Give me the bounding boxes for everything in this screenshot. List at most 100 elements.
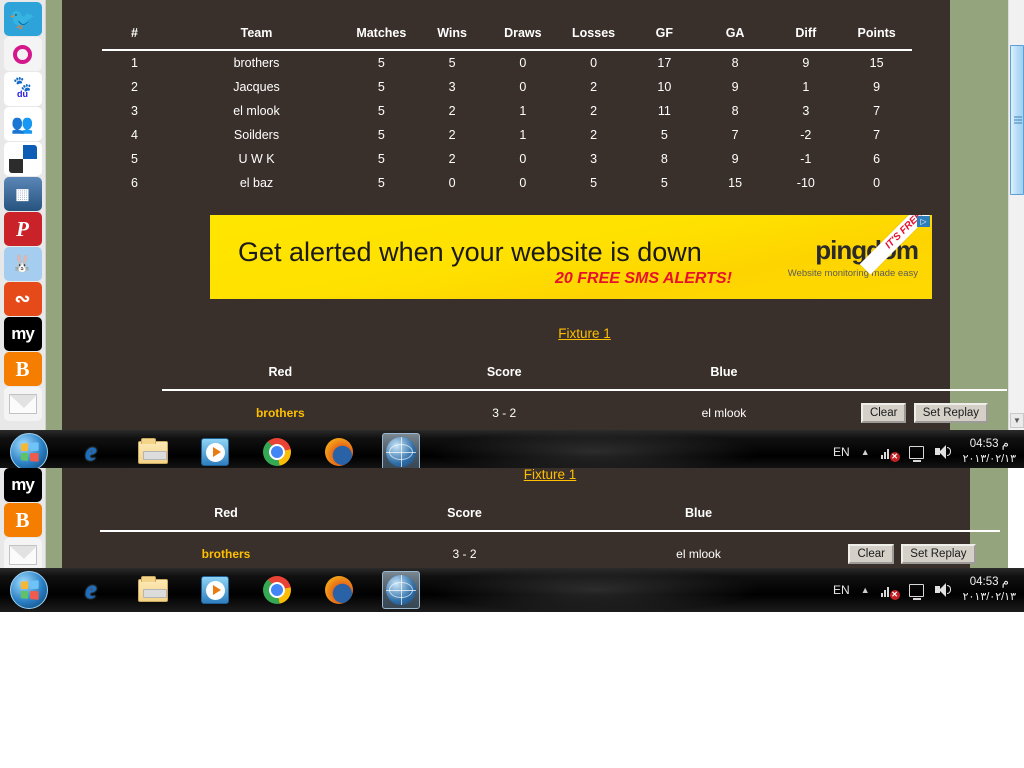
pinterest-icon[interactable]: P: [3, 212, 42, 246]
show-hidden-icons-icon-duplicate[interactable]: ▲: [861, 585, 870, 595]
volume-icon-duplicate[interactable]: [934, 583, 952, 597]
fixture-row-duplicate: brothers 3 - 2 el mlook Clear Set Replay: [100, 531, 1000, 570]
cell-draws: 1: [519, 104, 527, 118]
cell-diff: 3: [802, 104, 810, 118]
cell-ga: 7: [731, 128, 739, 142]
header-draws: Draws: [504, 26, 542, 40]
cell-matches: 5: [377, 176, 385, 190]
taskbar-item-windows-explorer-duplicate[interactable]: [134, 571, 172, 609]
taskbar-item-browser-window-duplicate[interactable]: [382, 571, 420, 609]
fixture-actions-duplicate: Clear Set Replay: [820, 531, 1000, 570]
cell-draws: 0: [519, 80, 527, 94]
taskbar-item-firefox[interactable]: [320, 433, 358, 471]
set-replay-button-duplicate[interactable]: Set Replay: [901, 544, 976, 564]
taskbar-item-internet-explorer-duplicate[interactable]: e: [72, 571, 110, 609]
blogger-icon[interactable]: B: [3, 352, 42, 386]
firefox-icon-duplicate: [325, 576, 353, 604]
browser-viewport: # Team Matches Wins Draws Losses GF GA D…: [0, 0, 1024, 430]
header-blue-duplicate: Blue: [684, 506, 713, 520]
header-gf: GF: [655, 26, 673, 40]
myspace-icon[interactable]: my: [3, 317, 42, 351]
stumbleupon-icon[interactable]: ∾: [3, 282, 42, 316]
twitter-icon[interactable]: 🐦: [3, 2, 42, 36]
fixture-red-team-duplicate: brothers: [201, 547, 251, 561]
cell-draws: 0: [519, 152, 527, 166]
language-indicator-duplicate[interactable]: EN: [833, 583, 850, 597]
orkut-icon[interactable]: [3, 37, 42, 71]
blogger-label: B: [15, 356, 30, 381]
clear-button[interactable]: Clear: [860, 403, 907, 423]
vertical-scrollbar[interactable]: ▼: [1008, 0, 1024, 430]
advertisement-banner[interactable]: Get alerted when your website is down 20…: [207, 212, 935, 302]
language-indicator[interactable]: EN: [833, 445, 850, 459]
cell-gf: 8: [660, 152, 668, 166]
monitor-icon[interactable]: [908, 445, 924, 462]
network-icon[interactable]: ✕: [880, 444, 900, 462]
internet-explorer-icon: e: [85, 437, 97, 466]
start-button[interactable]: [10, 433, 48, 471]
fixture-score-duplicate: 3 - 2: [452, 547, 477, 561]
taskbar-item-windows-explorer[interactable]: [134, 433, 172, 471]
fixture-actions: Clear Set Replay: [838, 390, 1007, 430]
show-hidden-icons-icon[interactable]: ▲: [861, 447, 870, 457]
empty-desktop-area: [0, 612, 1024, 768]
header-rank: #: [131, 26, 138, 40]
blogger-icon-duplicate[interactable]: B: [3, 503, 42, 537]
fixture-blue-team-duplicate: el mlook: [676, 547, 721, 561]
taskbar-item-browser-window[interactable]: [382, 433, 420, 471]
header-score: Score: [486, 365, 522, 379]
msn-messenger-icon[interactable]: 👥: [3, 107, 42, 141]
cell-ga: 8: [731, 104, 739, 118]
myspace-icon-duplicate[interactable]: my: [3, 468, 42, 502]
taskbar-item-media-player[interactable]: [196, 433, 234, 471]
taskbar-item-chrome-duplicate[interactable]: [258, 571, 296, 609]
taskbar-item-media-player-duplicate[interactable]: [196, 571, 234, 609]
cell-ga: 9: [731, 152, 739, 166]
cell-diff: -2: [800, 128, 812, 142]
globe-icon: [386, 437, 416, 467]
taskbar-item-internet-explorer[interactable]: e: [72, 433, 110, 471]
fixture-title-duplicate: Fixture 1: [100, 468, 1000, 484]
windows-logo-icon: [20, 442, 39, 462]
table-row: 2 Jacques 5 3 0 2 10 9 1 9: [102, 75, 912, 99]
table-row: 6 el baz 5 0 0 5 5 15 -10 0: [102, 171, 912, 195]
email-icon-duplicate[interactable]: [3, 538, 42, 570]
monitor-icon-duplicate[interactable]: [908, 583, 924, 600]
set-replay-button[interactable]: Set Replay: [913, 403, 989, 423]
clear-button-duplicate[interactable]: Clear: [848, 544, 894, 564]
ad-headline: Get alerted when your website is down: [238, 237, 702, 267]
standings-table: # Team Matches Wins Draws Losses GF GA D…: [102, 20, 912, 195]
network-icon-duplicate[interactable]: ✕: [880, 582, 900, 600]
cell-team: Jacques: [233, 80, 280, 94]
fixture-link[interactable]: Fixture 1: [558, 326, 611, 341]
clock[interactable]: 04:53 م ٢٠١٣/٠٢/١٣: [963, 437, 1016, 467]
table-row: 5 U W K 5 2 0 3 8 9 -1 6: [102, 147, 912, 171]
clock-duplicate[interactable]: 04:53 م ٢٠١٣/٠٢/١٣: [963, 575, 1016, 605]
start-button-duplicate[interactable]: [10, 571, 48, 609]
cell-points: 9: [873, 80, 881, 94]
diigo-icon[interactable]: ▦: [3, 177, 42, 211]
adchoices-icon[interactable]: ▷: [917, 216, 930, 227]
cell-matches: 5: [377, 80, 385, 94]
cell-losses: 3: [590, 152, 598, 166]
cell-wins: 2: [448, 128, 456, 142]
fixture-link-duplicate[interactable]: Fixture 1: [524, 468, 577, 482]
cell-ga: 8: [731, 56, 739, 70]
fixture-red-team: brothers: [255, 406, 305, 420]
cell-diff: 9: [802, 56, 810, 70]
taskbar-item-firefox-duplicate[interactable]: [320, 571, 358, 609]
scrollbar-thumb[interactable]: [1010, 45, 1024, 195]
cell-matches: 5: [377, 152, 385, 166]
scroll-down-button[interactable]: ▼: [1010, 413, 1024, 428]
taskbar-item-chrome[interactable]: [258, 433, 296, 471]
delicious-icon[interactable]: [3, 142, 42, 176]
baidu-icon[interactable]: 🐾 du: [3, 72, 42, 106]
header-actions: [838, 365, 1007, 390]
cell-points: 7: [873, 128, 881, 142]
cell-rank: 2: [131, 80, 138, 94]
email-icon[interactable]: [3, 387, 42, 421]
volume-icon[interactable]: [934, 445, 952, 459]
media-player-icon-duplicate: [201, 576, 229, 604]
cell-rank: 4: [131, 128, 138, 142]
reddit-icon[interactable]: 🐰: [3, 247, 42, 281]
